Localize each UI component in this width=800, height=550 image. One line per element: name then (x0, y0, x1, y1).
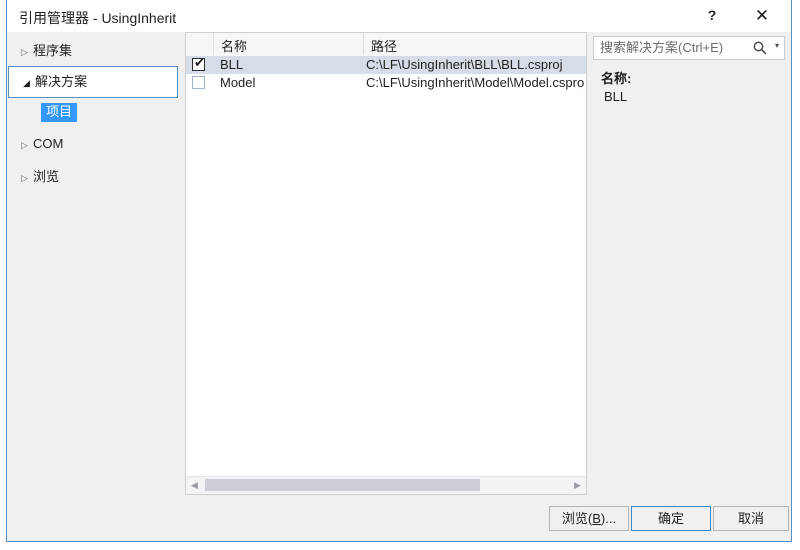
sidebar-item-label: 项目 (41, 103, 78, 123)
column-header-name-label: 名称 (221, 39, 248, 54)
ok-button[interactable]: 确定 (631, 506, 711, 531)
help-icon[interactable]: ? (691, 0, 733, 31)
detail-panel: ▾ 名称: BLL (591, 32, 791, 495)
dialog-footer: 浏览(B)... 确定 取消 (7, 495, 791, 541)
sidebar-item-projects[interactable]: 项目 (7, 98, 179, 126)
column-header-path-label: 路径 (371, 39, 398, 54)
row-name: Model (220, 75, 256, 90)
search-icon[interactable] (752, 39, 768, 57)
column-header-name[interactable]: 名称 (214, 33, 364, 55)
column-header-check[interactable] (186, 33, 214, 55)
sidebar-item-browse[interactable]: ▷ 浏览 (7, 162, 179, 192)
chevron-down-icon: ◢ (23, 77, 30, 88)
row-path: C:\LF\UsingInherit\BLL\BLL.csproj (366, 57, 563, 72)
list-rows: ✔ BLL C:\LF\UsingInherit\BLL\BLL.csproj … (186, 56, 586, 476)
table-row[interactable]: ✔ BLL C:\LF\UsingInherit\BLL\BLL.csproj (186, 56, 586, 74)
column-header-path[interactable]: 路径 (364, 33, 586, 55)
list-header: 名称 路径 (186, 33, 586, 57)
dialog-content: ▷ 程序集 ◢ 解决方案 项目 ▷ COM ▷ 浏览 名称 路径 ✔ BLL C… (7, 32, 791, 495)
horizontal-scrollbar[interactable]: ◀ ▶ (186, 476, 586, 494)
window-title: 引用管理器 - UsingInherit (19, 10, 177, 26)
row-checkbox[interactable] (192, 76, 205, 89)
reference-list-panel: 名称 路径 ✔ BLL C:\LF\UsingInherit\BLL\BLL.c… (185, 32, 587, 495)
check-icon: ✔ (194, 56, 205, 70)
detail-name-label: 名称: (601, 71, 632, 86)
close-icon[interactable]: ✕ (741, 0, 783, 31)
search-input[interactable] (600, 40, 750, 55)
chevron-right-icon: ▷ (21, 46, 28, 57)
scroll-right-icon[interactable]: ▶ (569, 477, 586, 493)
category-sidebar: ▷ 程序集 ◢ 解决方案 项目 ▷ COM ▷ 浏览 (7, 32, 179, 495)
detail-name-value: BLL (604, 89, 628, 104)
row-path: C:\LF\UsingInherit\Model\Model.csproj (366, 75, 584, 90)
scrollbar-thumb[interactable] (205, 479, 480, 491)
row-checkbox[interactable]: ✔ (192, 56, 205, 71)
browse-button-pre: 浏览( (561, 511, 593, 526)
browse-button-accel: B (592, 511, 601, 526)
reference-manager-dialog: 引用管理器 - UsingInherit ? ✕ ▷ 程序集 ◢ 解决方案 项目 ▷… (6, 0, 792, 542)
browse-button[interactable]: 浏览(B)... (549, 506, 629, 531)
cancel-button[interactable]: 取消 (713, 506, 789, 531)
sidebar-item-label: 程序集 (33, 43, 73, 58)
sidebar-item-solution[interactable]: ◢ 解决方案 (8, 66, 178, 98)
chevron-right-icon: ▷ (21, 172, 28, 183)
title-bar: 引用管理器 - UsingInherit ? ✕ (7, 0, 791, 33)
selected-item-detail: 名称: BLL (601, 70, 783, 106)
row-name: BLL (220, 57, 244, 72)
sidebar-item-assemblies[interactable]: ▷ 程序集 (7, 36, 179, 66)
browse-button-post: )... (600, 511, 617, 526)
sidebar-item-com[interactable]: ▷ COM (7, 129, 179, 159)
sidebar-item-label: 解决方案 (35, 74, 88, 89)
scroll-left-icon[interactable]: ◀ (186, 477, 203, 493)
chevron-right-icon: ▷ (21, 139, 28, 150)
chevron-down-icon[interactable]: ▾ (775, 41, 779, 50)
sidebar-item-label: 浏览 (33, 169, 60, 184)
sidebar-item-label: COM (33, 136, 64, 151)
table-row[interactable]: Model C:\LF\UsingInherit\Model\Model.csp… (186, 74, 586, 92)
search-box[interactable]: ▾ (593, 36, 785, 60)
